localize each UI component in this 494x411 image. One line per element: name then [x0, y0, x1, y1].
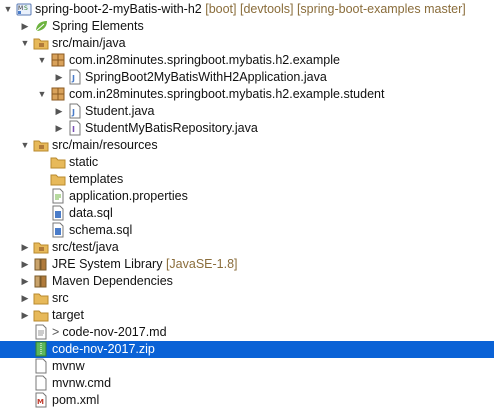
- tree-label: Spring Elements: [52, 19, 144, 33]
- tree-row-file[interactable]: M pom.xml: [0, 392, 494, 409]
- tree-row-java-file[interactable]: ▶ I StudentMyBatisRepository.java: [0, 120, 494, 137]
- collapsed-arrow-icon[interactable]: ▶: [20, 242, 30, 252]
- tree-row-folder-static[interactable]: static: [0, 154, 494, 171]
- project-name: spring-boot-2-myBatis-with-h2: [35, 2, 202, 16]
- folder-icon: [33, 290, 49, 306]
- tree-row-src-main-resources[interactable]: ▼ src/main/resources: [0, 137, 494, 154]
- maven-project-icon: MS: [16, 1, 32, 17]
- tree-row-package[interactable]: ▼ com.in28minutes.springboot.mybatis.h2.…: [0, 86, 494, 103]
- tree-label: code-nov-2017.zip: [52, 342, 155, 356]
- collapsed-arrow-icon[interactable]: ▶: [54, 123, 64, 133]
- expanded-arrow-icon[interactable]: ▼: [20, 140, 30, 150]
- tree-label: com.in28minutes.springboot.mybatis.h2.ex…: [69, 87, 385, 101]
- expanded-arrow-icon[interactable]: ▼: [20, 38, 30, 48]
- tree-label: pom.xml: [52, 393, 100, 407]
- tree-label: application.properties: [69, 189, 188, 203]
- project-explorer-tree: ▼ MS spring-boot-2-myBatis-with-h2 [boot…: [0, 0, 494, 411]
- tree-label: src: [52, 291, 69, 305]
- tree-row-file[interactable]: mvnw.cmd: [0, 375, 494, 392]
- source-folder-icon: [33, 239, 49, 255]
- tree-row-maven-dependencies[interactable]: ▶ Maven Dependencies: [0, 273, 494, 290]
- collapsed-arrow-icon[interactable]: ▶: [20, 259, 30, 269]
- sql-file-icon: [50, 222, 66, 238]
- svg-text:I: I: [72, 125, 75, 134]
- tree-label: src/test/java: [52, 240, 119, 254]
- tree-row-src-main-java[interactable]: ▼ src/main/java: [0, 35, 494, 52]
- tree-label: src/main/java: [52, 36, 126, 50]
- collapsed-arrow-icon[interactable]: ▶: [20, 21, 30, 31]
- expanded-arrow-icon[interactable]: ▼: [37, 55, 47, 65]
- tree-label: code-nov-2017.md: [62, 325, 167, 339]
- expanded-arrow-icon[interactable]: ▼: [3, 4, 13, 14]
- tree-row-file[interactable]: data.sql: [0, 205, 494, 222]
- maven-pom-icon: M: [33, 392, 49, 408]
- tree-label: mvnw: [52, 359, 85, 373]
- zip-file-icon: [33, 341, 49, 357]
- tree-row-src-test-java[interactable]: ▶ src/test/java: [0, 239, 494, 256]
- tree-label: data.sql: [69, 206, 113, 220]
- tree-label: StudentMyBatisRepository.java: [85, 121, 258, 135]
- package-icon: [50, 52, 66, 68]
- tree-row-file[interactable]: schema.sql: [0, 222, 494, 239]
- svg-text:J: J: [71, 74, 75, 83]
- tree-row-folder-src[interactable]: ▶ src: [0, 290, 494, 307]
- file-icon: [33, 375, 49, 391]
- tree-row-file[interactable]: mvnw: [0, 358, 494, 375]
- tree-label: static: [69, 155, 99, 169]
- tree-row-file[interactable]: application.properties: [0, 188, 494, 205]
- svg-text:M: M: [37, 398, 44, 406]
- tree-row-file[interactable]: > code-nov-2017.md: [0, 324, 494, 341]
- folder-icon: [33, 307, 49, 323]
- source-folder-icon: [33, 137, 49, 153]
- file-icon: [33, 358, 49, 374]
- svg-text:S: S: [24, 5, 28, 12]
- collapsed-arrow-icon[interactable]: ▶: [20, 293, 30, 303]
- tree-row-file-selected[interactable]: code-nov-2017.zip: [0, 341, 494, 358]
- svg-text:J: J: [71, 108, 75, 117]
- spring-leaf-icon: [33, 18, 49, 34]
- source-folder-icon: [33, 35, 49, 51]
- tree-row-folder-templates[interactable]: templates: [0, 171, 494, 188]
- tree-label: Student.java: [85, 104, 155, 118]
- collapsed-arrow-icon[interactable]: ▶: [20, 276, 30, 286]
- tree-row-project[interactable]: ▼ MS spring-boot-2-myBatis-with-h2 [boot…: [0, 1, 494, 18]
- tree-label: src/main/resources: [52, 138, 158, 152]
- tree-label: target: [52, 308, 84, 322]
- package-icon: [50, 86, 66, 102]
- folder-icon: [50, 171, 66, 187]
- expanded-arrow-icon[interactable]: ▼: [37, 89, 47, 99]
- java-interface-icon: I: [67, 120, 83, 136]
- tree-row-java-file[interactable]: ▶ J SpringBoot2MyBatisWithH2Application.…: [0, 69, 494, 86]
- tree-label: mvnw.cmd: [52, 376, 112, 390]
- svg-text:M: M: [18, 5, 23, 12]
- tree-label: JRE System Library: [52, 257, 163, 271]
- tree-label: schema.sql: [69, 223, 133, 237]
- tree-row-spring-elements[interactable]: ▶ Spring Elements: [0, 18, 494, 35]
- dirty-marker: >: [52, 325, 60, 339]
- java-file-icon: J: [67, 69, 83, 85]
- tree-row-package[interactable]: ▼ com.in28minutes.springboot.mybatis.h2.…: [0, 52, 494, 69]
- folder-icon: [50, 154, 66, 170]
- tree-row-java-file[interactable]: ▶ J Student.java: [0, 103, 494, 120]
- text-file-icon: [33, 324, 49, 340]
- tree-label: Maven Dependencies: [52, 274, 173, 288]
- properties-file-icon: [50, 188, 66, 204]
- java-file-icon: J: [67, 103, 83, 119]
- sql-file-icon: [50, 205, 66, 221]
- tree-row-folder-target[interactable]: ▶ target: [0, 307, 494, 324]
- tree-label: templates: [69, 172, 124, 186]
- collapsed-arrow-icon[interactable]: ▶: [54, 106, 64, 116]
- tree-row-jre-library[interactable]: ▶ JRE System Library [JavaSE-1.8]: [0, 256, 494, 273]
- tree-label: com.in28minutes.springboot.mybatis.h2.ex…: [69, 53, 340, 67]
- collapsed-arrow-icon[interactable]: ▶: [20, 310, 30, 320]
- jre-decoration: [JavaSE-1.8]: [165, 257, 238, 271]
- tree-label: SpringBoot2MyBatisWithH2Application.java: [85, 70, 327, 84]
- collapsed-arrow-icon[interactable]: ▶: [54, 72, 64, 82]
- library-icon: [33, 273, 49, 289]
- project-decoration: [boot] [devtools] [spring-boot-examples …: [205, 2, 466, 16]
- library-icon: [33, 256, 49, 272]
